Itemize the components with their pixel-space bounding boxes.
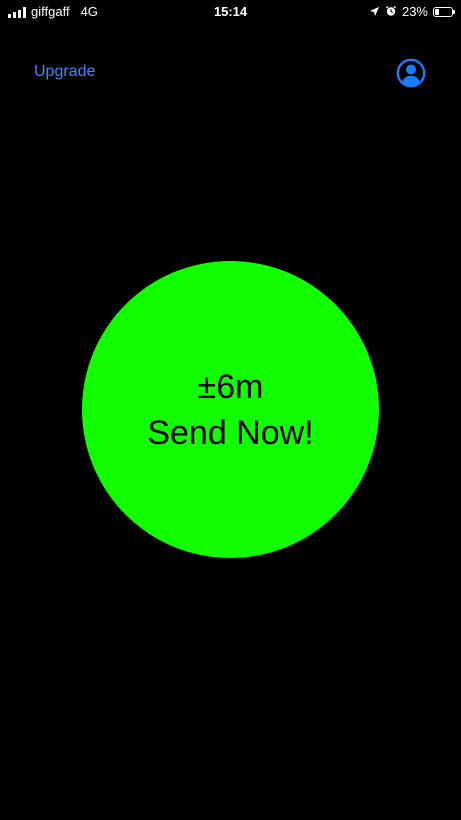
user-circle-icon xyxy=(396,58,426,88)
send-now-button[interactable]: ±6m Send Now! xyxy=(82,261,379,558)
battery-icon xyxy=(433,7,455,17)
send-now-label: Send Now! xyxy=(147,413,314,452)
alarm-clock-icon xyxy=(385,5,397,20)
profile-button[interactable] xyxy=(396,58,426,88)
location-accuracy: ±6m xyxy=(197,367,264,406)
location-arrow-icon xyxy=(369,5,380,20)
battery-level-fill xyxy=(435,9,439,15)
upgrade-link[interactable]: Upgrade xyxy=(34,62,95,82)
app-screen: giffgaff 4G 15:14 23% Upgrade ±6m Send N… xyxy=(0,0,461,820)
status-bar: giffgaff 4G 15:14 23% xyxy=(0,0,461,24)
status-right: 23% xyxy=(369,4,455,20)
battery-percentage: 23% xyxy=(401,4,428,19)
